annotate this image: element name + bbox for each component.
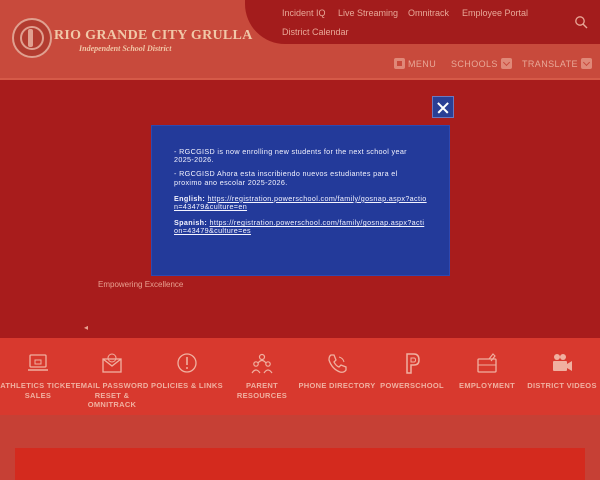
spanish-registration: Spanish: https://registration.powerschoo… <box>174 218 427 236</box>
quick-link-policies[interactable]: POLICIES & LINKS <box>147 352 227 391</box>
quick-link-email-password[interactable]: EMAIL PASSWORD RESET & OMNITRACK <box>72 352 152 410</box>
close-icon[interactable] <box>432 96 454 118</box>
district-name[interactable]: RIO GRANDE CITY GRULLA <box>54 28 253 44</box>
quick-link-parent-resources[interactable]: PARENT RESOURCES <box>222 352 302 400</box>
phone-icon <box>328 354 347 373</box>
video-camera-icon <box>553 354 572 371</box>
chevron-down-icon <box>500 58 512 69</box>
laptop-icon <box>28 354 48 371</box>
quick-link-district-videos[interactable]: DISTRICT VIDEOS <box>522 352 600 391</box>
slider-prev-indicator[interactable]: ◂ <box>84 323 88 332</box>
quick-link-phone-directory[interactable]: PHONE DIRECTORY <box>297 352 377 391</box>
district-logo[interactable] <box>12 18 52 58</box>
quick-link-label: POWERSCHOOL <box>380 381 444 390</box>
site-header: RIO GRANDE CITY GRULLA Independent Schoo… <box>0 0 600 80</box>
english-registration: English: https://registration.powerschoo… <box>174 194 427 211</box>
quick-link-label: EMPLOYMENT <box>459 381 515 390</box>
enrollment-announcement-modal: - RGCGISD is now enrolling new students … <box>151 125 450 276</box>
link-district-calendar[interactable]: District Calendar <box>282 27 349 37</box>
quick-link-employment[interactable]: EMPLOYMENT <box>447 352 527 391</box>
family-icon <box>251 353 273 374</box>
quick-link-label: PARENT RESOURCES <box>236 381 288 400</box>
menu-button[interactable]: MENU <box>394 58 436 69</box>
announcement-english: - RGCGISD is now enrolling new students … <box>174 147 407 165</box>
powerschool-icon <box>406 353 420 374</box>
translate-label: TRANSLATE <box>522 58 578 69</box>
search-icon[interactable] <box>574 15 588 29</box>
link-incident-iq[interactable]: Incident IQ <box>282 8 326 18</box>
translate-dropdown[interactable]: TRANSLATE <box>522 58 592 69</box>
quick-link-label: ATHLETICS TICKET SALES <box>0 381 76 400</box>
utility-nav-band <box>245 0 600 44</box>
english-registration-link[interactable]: https://registration.powerschool.com/fam… <box>174 194 427 211</box>
link-live-streaming[interactable]: Live Streaming <box>338 8 398 18</box>
spanish-registration-link[interactable]: https://registration.powerschool.com/fam… <box>174 218 424 236</box>
quick-link-powerschool[interactable]: POWERSCHOOL <box>372 352 452 391</box>
quick-link-athletics[interactable]: ATHLETICS TICKET SALES <box>0 352 78 400</box>
envelope-icon <box>102 353 122 373</box>
content-panel <box>15 448 585 480</box>
hamburger-icon <box>394 58 405 69</box>
menu-label: MENU <box>408 58 437 69</box>
quick-link-label: EMAIL PASSWORD RESET & OMNITRACK <box>75 381 149 409</box>
briefcase-icon <box>477 353 497 373</box>
link-employee-portal[interactable]: Employee Portal <box>462 8 528 18</box>
district-subtitle: Independent School District <box>79 44 172 53</box>
quick-link-label: DISTRICT VIDEOS <box>527 381 597 390</box>
schools-dropdown[interactable]: SCHOOLS <box>451 58 512 69</box>
announcement-spanish: - RGCGISD Ahora esta inscribiendo nuevos… <box>174 169 398 187</box>
quick-link-label: POLICIES & LINKS <box>151 381 223 390</box>
schools-label: SCHOOLS <box>451 58 498 69</box>
alert-icon <box>177 353 197 373</box>
chevron-down-icon <box>580 58 592 69</box>
quick-link-label: PHONE DIRECTORY <box>298 381 376 390</box>
torch-icon <box>28 29 33 47</box>
link-omnitrack[interactable]: Omnitrack <box>408 8 449 18</box>
hero-tagline: Empowering Excellence <box>98 280 184 289</box>
